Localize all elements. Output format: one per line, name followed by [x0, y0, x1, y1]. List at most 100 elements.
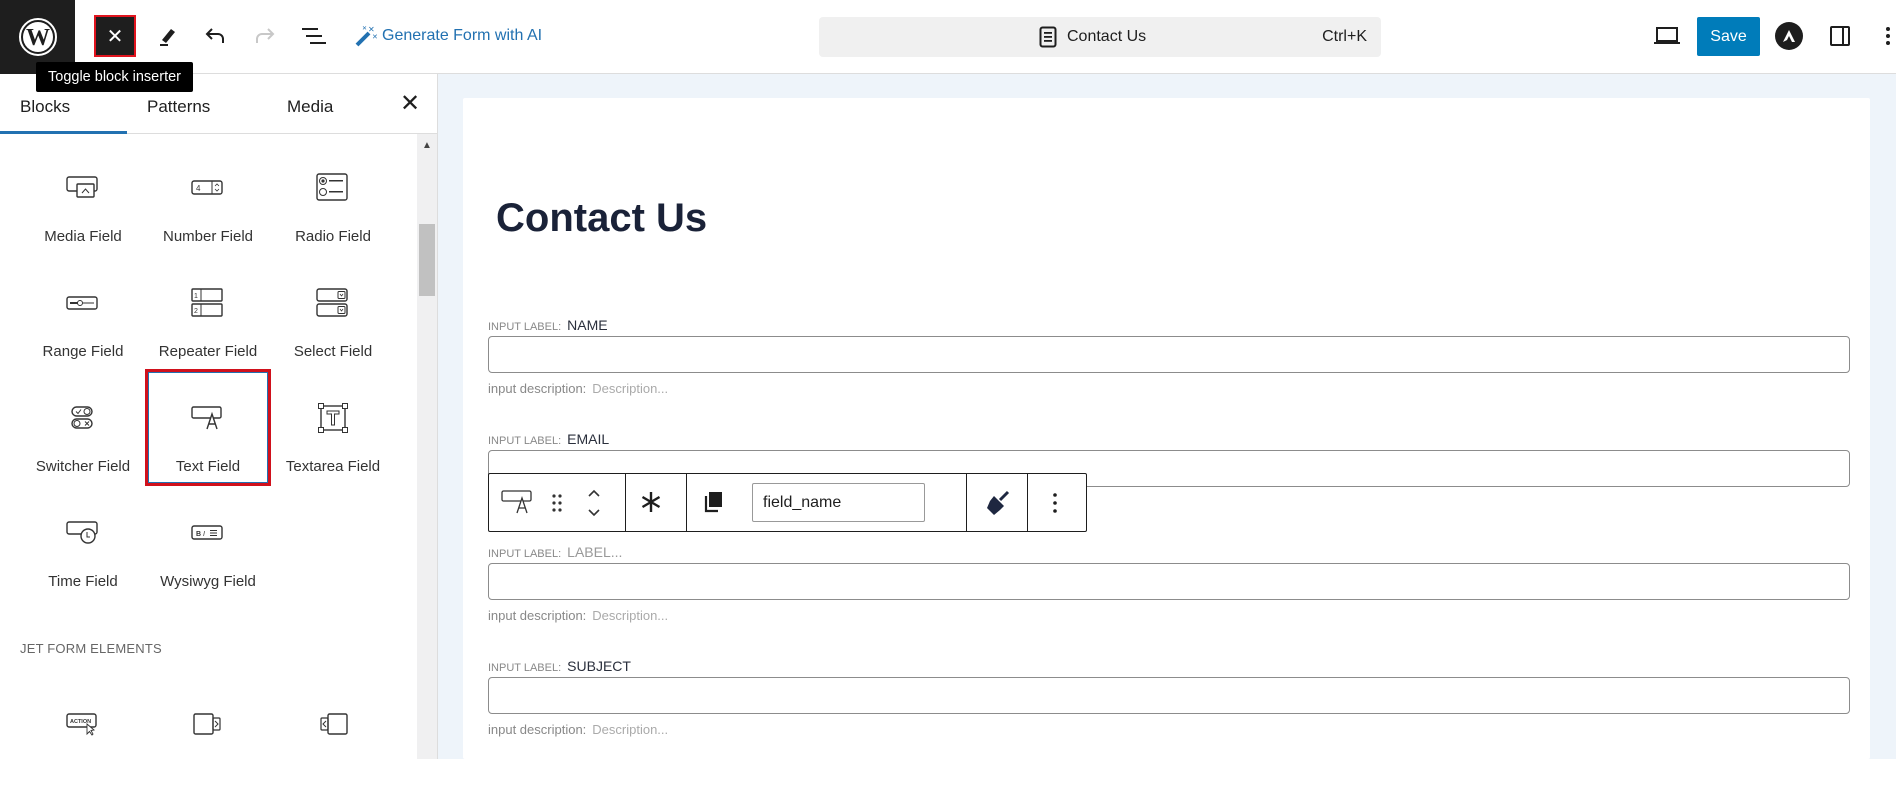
svg-text:1: 1 — [194, 293, 198, 300]
jet-form-elements-heading: JET FORM ELEMENTS — [20, 641, 162, 656]
text-input[interactable] — [488, 563, 1850, 600]
block-time-field[interactable]: Time Field — [20, 493, 146, 608]
block-radio-field[interactable]: Radio Field — [270, 148, 396, 263]
svg-text:ACTION: ACTION — [70, 719, 91, 725]
field-description[interactable]: Description... — [592, 381, 668, 396]
label-prefix: INPUT LABEL: — [488, 662, 562, 674]
block-label: Repeater Field — [158, 343, 258, 360]
svg-text:I: I — [203, 531, 205, 538]
tooltip: Toggle block inserter — [36, 62, 193, 92]
time-field-icon — [66, 521, 98, 544]
block-label: Media Field — [44, 228, 122, 245]
active-tab-indicator — [0, 131, 127, 134]
block-repeater-field[interactable]: 1 2 Repeater Field — [145, 263, 271, 378]
block-label: Wysiwyg Field — [160, 573, 256, 590]
move-up-button[interactable] — [586, 486, 602, 500]
subject-input[interactable] — [488, 677, 1850, 714]
preview-button[interactable] — [1653, 22, 1681, 50]
media-field-icon — [66, 176, 98, 198]
generate-form-ai-label: Generate Form with AI — [382, 27, 543, 44]
block-options-button[interactable] — [1052, 492, 1058, 514]
description-prefix: input description: — [488, 608, 587, 623]
document-title: Contact Us — [1067, 28, 1147, 45]
styles-button[interactable] — [983, 489, 1011, 517]
block-number-field[interactable]: 4 Number Field — [145, 148, 271, 263]
brush-icon — [987, 490, 1010, 515]
more-options-button[interactable] — [1880, 22, 1896, 50]
description-prefix: input description: — [488, 722, 587, 737]
block-range-field[interactable]: Range Field — [20, 263, 146, 378]
block-label: Radio Field — [295, 228, 371, 245]
undo-button[interactable] — [201, 22, 229, 50]
block-type-button[interactable] — [501, 488, 535, 516]
generate-form-ai-button[interactable]: ✕ ✕ ✕ Generate Form with AI — [354, 22, 542, 50]
document-icon — [1039, 26, 1057, 48]
block-label: Number Field — [162, 228, 254, 245]
close-inserter-button[interactable]: ✕ — [398, 92, 422, 116]
description-prefix: input description: — [488, 381, 587, 396]
field-label-placeholder[interactable]: LABEL... — [567, 544, 622, 560]
svg-text:✕: ✕ — [372, 34, 378, 41]
scroll-up-arrow-icon[interactable]: ▲ — [417, 140, 437, 154]
editor-header: W ✕ ✕ ✕ ✕ Generate Form with AI Contact Us… — [0, 0, 1896, 74]
field-label-row: INPUT LABEL: SUBJECT — [488, 658, 631, 674]
tab-media[interactable]: Media — [287, 74, 333, 134]
astra-settings-button[interactable] — [1775, 22, 1803, 50]
drag-handle[interactable] — [551, 493, 563, 513]
asterisk-icon — [641, 492, 661, 512]
block-prev-page[interactable] — [270, 684, 396, 799]
block-media-field[interactable]: Media Field — [20, 148, 146, 263]
block-action-button[interactable]: ACTION — [20, 684, 146, 799]
pencil-icon — [160, 29, 175, 46]
list-view-button[interactable] — [300, 22, 328, 50]
svg-text:4: 4 — [196, 184, 201, 193]
block-next-page[interactable] — [145, 684, 271, 799]
select-field-icon — [316, 288, 348, 317]
block-label: Switcher Field — [35, 458, 131, 475]
svg-text:2: 2 — [194, 308, 198, 315]
save-button[interactable]: Save — [1697, 17, 1760, 56]
number-field-icon: 4 — [191, 180, 223, 195]
field-label[interactable]: EMAIL — [567, 431, 609, 447]
command-palette-bar[interactable]: Contact Us Ctrl+K — [819, 17, 1381, 57]
list-view-icon — [302, 28, 326, 44]
label-prefix: INPUT LABEL: — [488, 435, 562, 447]
action-button-icon: ACTION — [66, 713, 97, 736]
field-label-row: INPUT LABEL: NAME — [488, 317, 608, 333]
sidebar-toggle-icon — [1830, 26, 1850, 46]
move-down-button[interactable] — [586, 506, 602, 520]
field-label[interactable]: NAME — [567, 317, 607, 333]
field-name-input[interactable]: field_name — [752, 483, 925, 522]
more-options-icon — [1886, 27, 1890, 45]
tools-button[interactable] — [154, 22, 182, 50]
block-select-field[interactable]: Select Field — [270, 263, 396, 378]
field-description[interactable]: Description... — [592, 608, 668, 623]
settings-sidebar-toggle[interactable] — [1826, 22, 1854, 50]
field-label[interactable]: SUBJECT — [567, 658, 631, 674]
name-input[interactable] — [488, 336, 1850, 373]
block-toolbar: field_name — [488, 473, 1087, 532]
text-field-icon — [191, 406, 222, 430]
redo-button[interactable] — [251, 22, 279, 50]
close-icon: ✕ — [106, 25, 124, 48]
field-description[interactable]: Description... — [592, 722, 668, 737]
scrollbar-thumb[interactable] — [419, 224, 435, 296]
copy-name-button[interactable] — [704, 491, 724, 513]
page-title[interactable]: Contact Us — [496, 196, 707, 241]
block-switcher-field[interactable]: Switcher Field — [20, 378, 146, 493]
undo-icon — [205, 28, 224, 43]
drag-handle-icon — [552, 494, 562, 512]
svg-text:W: W — [26, 25, 50, 51]
required-toggle-button[interactable] — [639, 490, 663, 514]
block-wysiwyg-field[interactable]: BI Wysiwyg Field — [145, 493, 271, 608]
block-textarea-field[interactable]: Textarea Field — [270, 378, 396, 493]
toolbar-divider — [625, 474, 626, 531]
toggle-block-inserter-button[interactable]: ✕ — [94, 15, 136, 57]
copy-icon — [704, 492, 722, 513]
block-label: Text Field — [175, 458, 241, 475]
field-label-row: INPUT LABEL: EMAIL — [488, 431, 609, 447]
block-text-field[interactable]: Text Field — [145, 369, 271, 486]
toolbar-divider — [1027, 474, 1028, 531]
page-content: Contact Us INPUT LABEL: NAME input descri… — [463, 98, 1870, 759]
sidebar-scrollbar[interactable]: ▲ — [417, 134, 437, 759]
